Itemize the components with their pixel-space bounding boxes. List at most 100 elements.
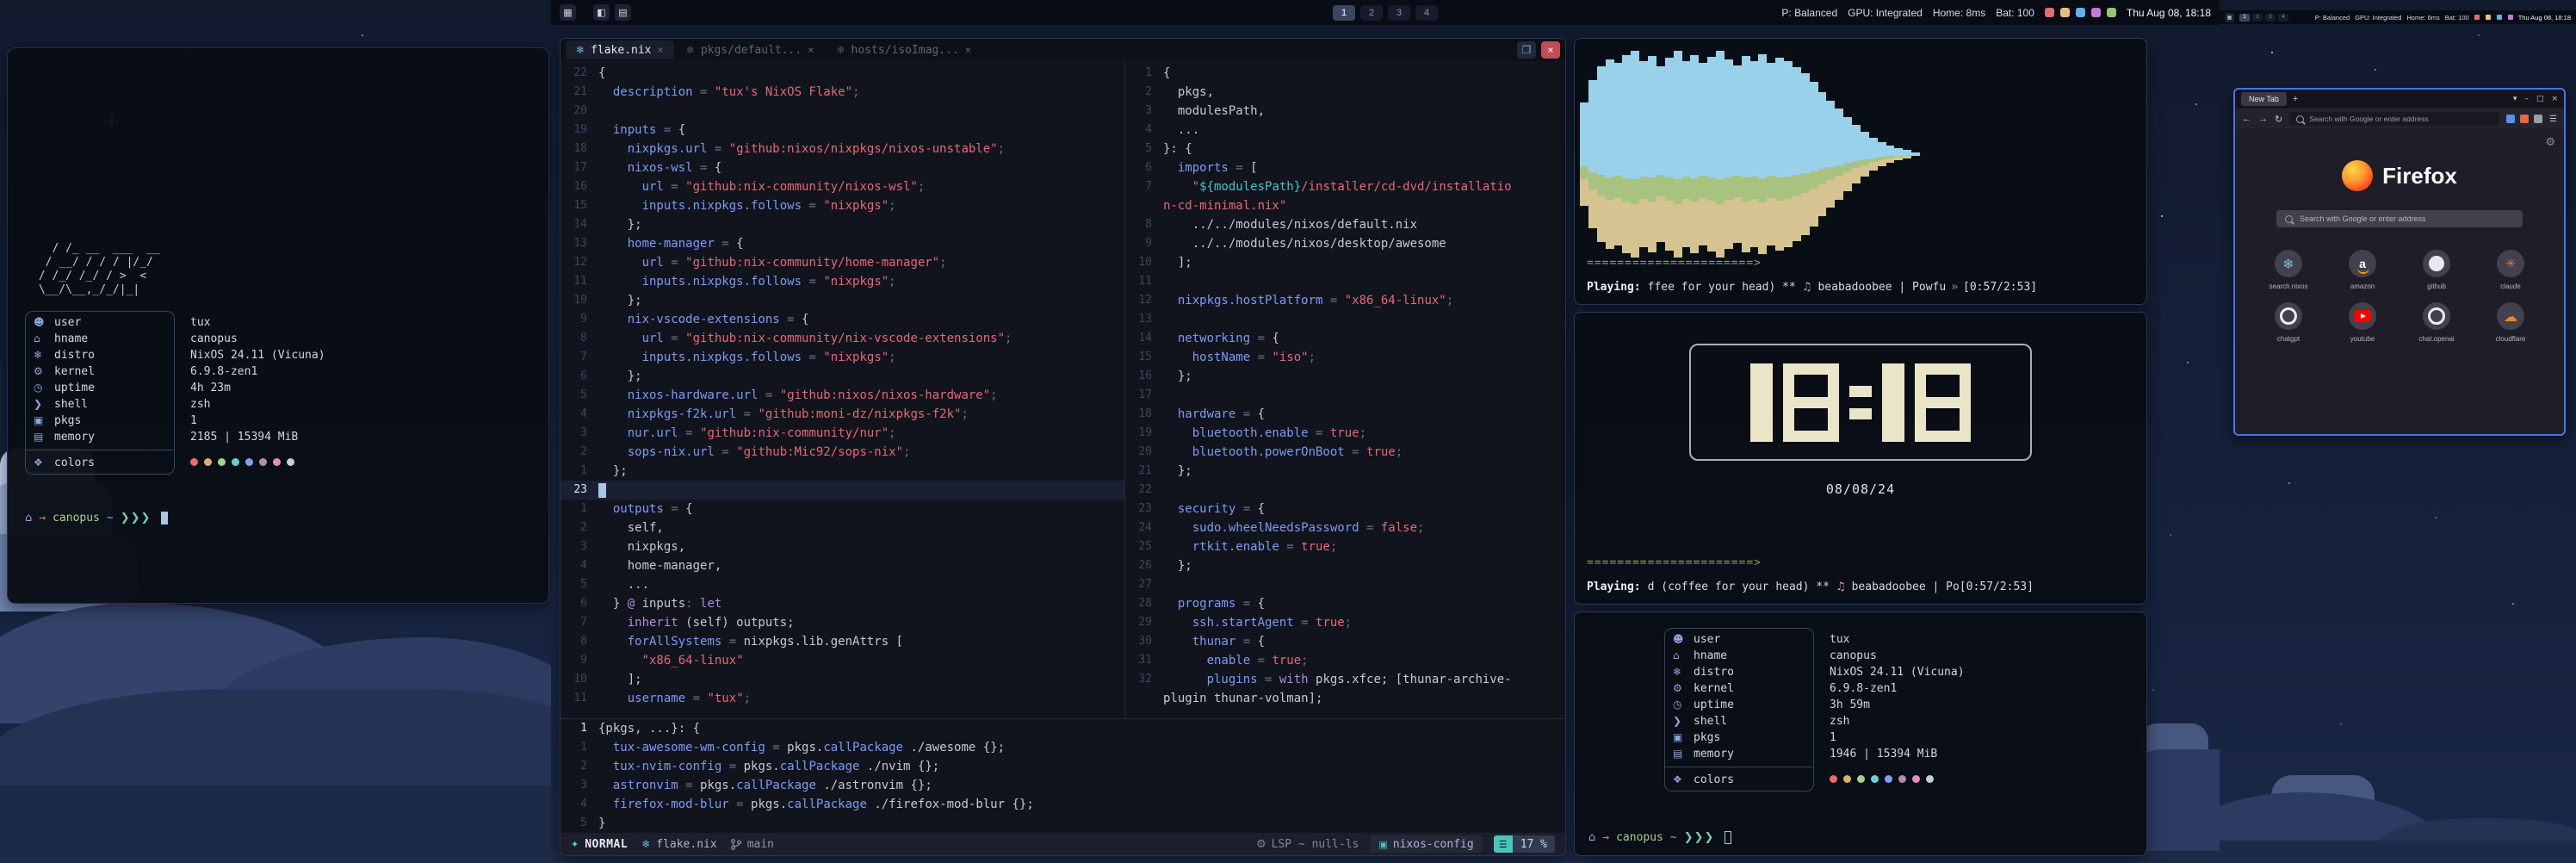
now-playing-time: [0:57/2:53] xyxy=(1963,281,2037,294)
editor-window[interactable]: ❄ flake.nix × ❄ pkgs/default... × ❄ host… xyxy=(560,38,1566,856)
firefox-new-tab-page: ⚙ Firefox Search with Google or enter ad… xyxy=(2235,129,2564,434)
visualizer-bar xyxy=(1690,46,1699,263)
fetch-window[interactable]: ☻usertux⌂hnamecanopus❄distroNixOS 24.11 … xyxy=(1574,612,2147,856)
search-input[interactable]: Search with Google or enter address xyxy=(2276,210,2523,227)
shortcut-chat.openai[interactable]: chat.openai xyxy=(2408,302,2465,343)
distro-icon: ❄ xyxy=(1664,665,1694,680)
media-tray-icon[interactable] xyxy=(2474,15,2480,20)
maximize-button[interactable]: □ xyxy=(2536,95,2544,103)
firefox-window[interactable]: New Tab + ▾–□ × ← → ↻ Search with Google … xyxy=(2233,88,2566,436)
code-text: tux-nvim-config = pkgs.callPackage ./nvi… xyxy=(598,757,939,776)
clock[interactable]: Thu Aug 08, 18:18 xyxy=(2127,7,2211,19)
back-button[interactable]: ← xyxy=(2242,114,2251,124)
code-line: 28 programs = { xyxy=(1125,594,1565,613)
editor-close-button[interactable]: × xyxy=(1541,41,1560,59)
mode-label: NORMAL xyxy=(585,838,628,851)
editor-float-toggle-button[interactable]: ❐ xyxy=(1517,41,1536,59)
workspace-button-1[interactable]: 1 xyxy=(2239,14,2250,22)
network-tray-icon[interactable] xyxy=(2076,8,2085,17)
close-button[interactable]: × xyxy=(2551,95,2558,103)
terminal-window[interactable]: / /_ __ ___ __ / __/ / / / |/_/ / /_/ /_… xyxy=(7,47,549,604)
personalize-gear-icon[interactable]: ⚙ xyxy=(2545,136,2555,149)
url-bar[interactable]: Search with Google or enter address xyxy=(2289,112,2499,126)
clock-window[interactable]: 08/08/24 ======================> Playing… xyxy=(1574,312,2147,605)
line-number: 18 xyxy=(560,140,598,158)
workspace-button-2[interactable]: 2 xyxy=(2252,14,2263,22)
visualizer-window[interactable]: ======================> Playing:ffee for… xyxy=(1574,38,2147,305)
line-number: 17 xyxy=(560,158,598,177)
editor-pane-pkgs[interactable]: 1{pkgs, ...}: {1 tux-awesome-wm-config =… xyxy=(560,718,1565,833)
workspace-button-3[interactable]: 3 xyxy=(1388,5,1410,21)
code-text: pkgs, xyxy=(1163,83,1214,102)
code-line: 5}: { xyxy=(1125,140,1565,158)
workspace-button-4[interactable]: 4 xyxy=(2278,14,2288,22)
bluetooth-tray-icon[interactable] xyxy=(2508,15,2513,20)
shell-prompt[interactable]: ⌂→canopus~❯❯❯ xyxy=(25,511,531,525)
launcher-icon[interactable]: ▦ xyxy=(560,4,576,21)
visualizer-bar xyxy=(1878,46,1886,263)
tab-close-icon[interactable]: × xyxy=(658,44,664,56)
workspace-button-4[interactable]: 4 xyxy=(1415,5,1438,21)
now-playing: Playing:d (coffee for your head) **♫beab… xyxy=(1587,581,2034,593)
volume-tray-icon[interactable] xyxy=(2486,15,2491,20)
statusline: ✦ NORMAL ❄ flake.nix main xyxy=(560,833,1565,855)
shortcut-label: github xyxy=(2427,282,2446,290)
info-row-kernel: ⚙kernel6.9.8-zen1 xyxy=(25,363,531,380)
pinned-app-icon-1[interactable]: ◧ xyxy=(593,4,610,21)
tab-close-icon[interactable]: × xyxy=(965,44,971,56)
workspace-button-3[interactable]: 3 xyxy=(2265,14,2276,22)
tab-pkgs-default[interactable]: ❄ pkgs/default... × xyxy=(676,40,825,59)
code-text: ... xyxy=(1163,121,1199,140)
line-number: 25 xyxy=(1125,537,1163,556)
shortcut-github[interactable]: github xyxy=(2408,250,2465,290)
forward-button[interactable]: → xyxy=(2258,114,2268,124)
code-line: 7 "${modulesPath}/installer/cd-dvd/insta… xyxy=(1125,177,1565,196)
visualizer-bar xyxy=(1818,46,1827,263)
workspace-button-2[interactable]: 2 xyxy=(1360,5,1383,21)
top-bar-left: ▦ 1234 xyxy=(2225,13,2288,22)
openai-glyph xyxy=(2428,307,2445,325)
reload-button[interactable]: ↻ xyxy=(2275,114,2282,125)
code-line: 26 }; xyxy=(1125,556,1565,575)
visualizer-bar xyxy=(1665,46,1674,263)
info-label: distro xyxy=(1694,665,1812,680)
tab-flake-nix[interactable]: ❄ flake.nix × xyxy=(566,40,674,59)
extension-icon-grey[interactable] xyxy=(2534,115,2542,123)
tab-close-icon[interactable]: × xyxy=(808,44,814,56)
network-tray-icon[interactable] xyxy=(2497,15,2502,20)
shortcut-amazon[interactable]: aamazon xyxy=(2334,250,2391,290)
tab-hosts-isoimage[interactable]: ❄ hosts/isoImag... × xyxy=(826,40,981,59)
minimize-button[interactable]: – xyxy=(2524,95,2529,103)
shortcut-search.nixos[interactable]: ❄search.nixos xyxy=(2260,250,2317,290)
visualizer-bar xyxy=(1962,46,1971,263)
editor-pane-iso[interactable]: 1{2 pkgs,3 modulesPath,4 ...5}: {6 impor… xyxy=(1124,61,1565,718)
code-line: 5} xyxy=(560,814,1565,833)
system-tray xyxy=(2045,8,2116,17)
chevron-down-icon[interactable]: ▾ xyxy=(2513,95,2517,103)
shortcut-youtube[interactable]: youtube xyxy=(2334,302,2391,343)
extension-icon-blue[interactable] xyxy=(2506,115,2515,123)
nix-file-icon: ❄ xyxy=(686,44,695,56)
extension-icon-red[interactable] xyxy=(2520,115,2529,123)
clock[interactable]: Thu Aug 08, 18:18 xyxy=(2518,14,2571,22)
launcher-icon[interactable]: ▦ xyxy=(2225,13,2234,22)
bluetooth-tray-icon[interactable] xyxy=(2091,8,2101,17)
shortcut-cloudflare[interactable]: ☁cloudflare xyxy=(2482,302,2539,343)
line-number: 8 xyxy=(560,329,598,348)
workspace-button-1[interactable]: 1 xyxy=(1333,5,1355,21)
shell-prompt[interactable]: ⌂→canopus~❯❯❯ xyxy=(1588,830,1731,845)
new-tab-button[interactable]: + xyxy=(2293,94,2298,104)
color-dot xyxy=(1926,775,1934,783)
visualizer-bar xyxy=(1903,46,1911,263)
visualizer-bar xyxy=(1784,46,1793,263)
pinned-app-icon-2[interactable]: ▤ xyxy=(615,4,631,21)
vpn-tray-icon[interactable] xyxy=(2107,8,2116,17)
shortcut-claude[interactable]: ✳claude xyxy=(2482,250,2539,290)
menu-button[interactable]: ☰ xyxy=(2549,115,2557,124)
media-tray-icon[interactable] xyxy=(2045,8,2054,17)
editor-pane-flake[interactable]: 22{21 description = "tux's NixOS Flake";… xyxy=(560,61,1124,718)
firefox-tabbar: New Tab + ▾–□ × xyxy=(2235,90,2564,109)
tab-new-tab[interactable]: New Tab xyxy=(2241,92,2287,106)
volume-tray-icon[interactable] xyxy=(2060,8,2070,17)
shortcut-chatgpt[interactable]: chatgpt xyxy=(2260,302,2317,343)
